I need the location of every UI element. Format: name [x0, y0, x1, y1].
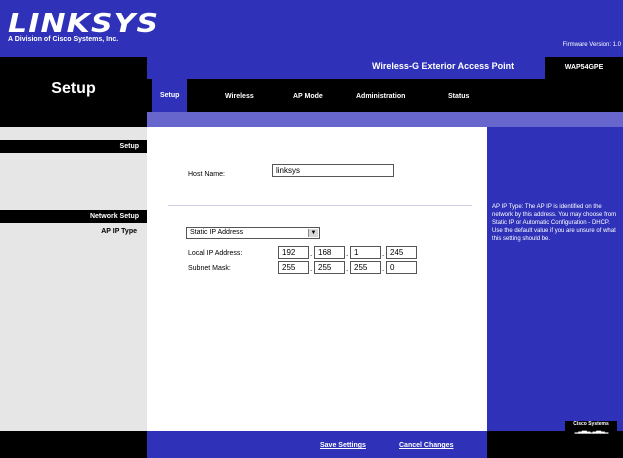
subnet-octet-4[interactable]: 0 — [386, 261, 417, 274]
subnet-octet-3[interactable]: 255 — [350, 261, 381, 274]
page-title: Setup — [51, 80, 96, 97]
dot-separator: . — [382, 264, 385, 273]
section-setup: Setup — [0, 140, 147, 153]
save-settings-button[interactable]: Save Settings — [320, 442, 366, 449]
section-divider — [168, 205, 472, 206]
local-ip-octet-4[interactable]: 245 — [386, 246, 417, 259]
ap-ip-type-label: AP IP Type — [101, 228, 137, 235]
tab-administration[interactable]: Administration — [356, 93, 405, 100]
subnet-mask-label: Subnet Mask: — [188, 265, 231, 272]
ip-type-select[interactable]: Static IP Address ▼ — [186, 227, 320, 239]
model-number: WAP54GPE — [545, 57, 623, 79]
cancel-changes-button[interactable]: Cancel Changes — [399, 442, 453, 449]
footer-left — [0, 431, 147, 458]
subnet-octet-2[interactable]: 255 — [314, 261, 345, 274]
section-network-setup: Network Setup — [0, 210, 147, 223]
dot-separator: . — [310, 249, 313, 258]
local-ip-label: Local IP Address: — [188, 250, 243, 257]
chevron-down-icon[interactable]: ▼ — [308, 229, 318, 237]
dot-separator: . — [346, 264, 349, 273]
dot-separator: . — [346, 249, 349, 258]
tab-underline — [147, 112, 623, 127]
local-ip-octet-2[interactable]: 168 — [314, 246, 345, 259]
firmware-version: Firmware Version: 1.0 — [562, 42, 621, 48]
ip-type-selected: Static IP Address — [190, 229, 244, 236]
tab-setup[interactable]: Setup — [152, 79, 188, 112]
host-name-input[interactable]: linksys — [272, 164, 394, 177]
product-name: Wireless-G Exterior Access Point — [372, 61, 515, 71]
local-ip-octet-1[interactable]: 192 — [278, 246, 309, 259]
tab-wireless[interactable]: Wireless — [225, 93, 254, 100]
dot-separator: . — [382, 249, 385, 258]
linksys-logo: LINKSYS — [8, 9, 160, 39]
host-name-label: Host Name: — [188, 171, 225, 178]
local-ip-octet-3[interactable]: 1 — [350, 246, 381, 259]
left-sidebar — [0, 127, 147, 431]
tab-status[interactable]: Status — [448, 93, 469, 100]
subnet-octet-1[interactable]: 255 — [278, 261, 309, 274]
tab-ap-mode[interactable]: AP Mode — [293, 93, 323, 100]
cisco-bars-icon: ▁▂▃▂▁▂▃▂▁ — [574, 428, 609, 434]
help-text: AP IP Type: The AP IP is identified on t… — [492, 204, 617, 242]
cisco-logo: Cisco Systems ▁▂▃▂▁▂▃▂▁ — [565, 421, 617, 447]
dot-separator: . — [310, 264, 313, 273]
logo-subtitle: A Division of Cisco Systems, Inc. — [8, 36, 119, 43]
help-panel — [487, 127, 623, 431]
